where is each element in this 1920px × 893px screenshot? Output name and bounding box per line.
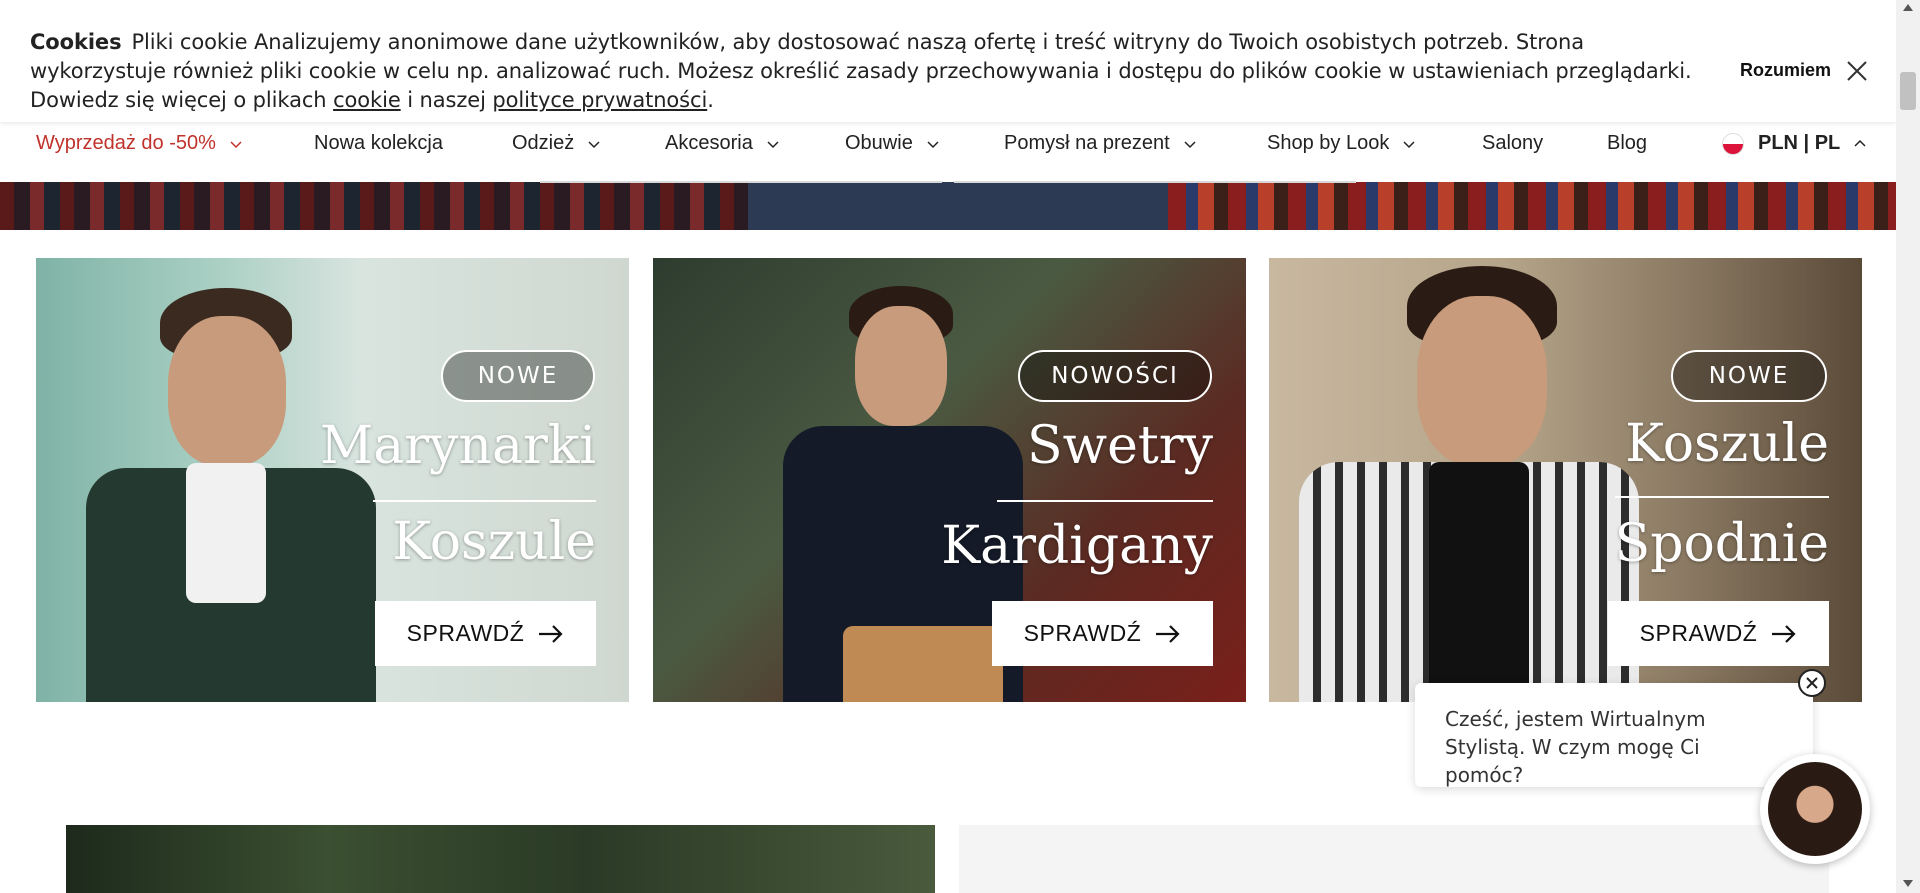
chevron-down-icon — [767, 140, 779, 148]
scroll-down-arrow-icon[interactable] — [1903, 880, 1913, 887]
check-button[interactable]: SPRAWDŹ — [375, 601, 596, 666]
card-headline-line1: Koszule — [1625, 414, 1829, 474]
currency-language-selector[interactable]: PLN | PL — [1722, 132, 1866, 155]
check-button-label: SPRAWDŹ — [406, 620, 525, 646]
chevron-down-icon — [1403, 140, 1415, 148]
scroll-up-arrow-icon[interactable] — [1903, 4, 1913, 11]
headline-divider — [1615, 496, 1829, 498]
headline-divider — [373, 500, 596, 502]
arrow-right-icon — [539, 624, 563, 643]
scrollbar-thumb[interactable] — [1900, 72, 1916, 110]
nav-item-shoes[interactable]: Obuwie — [845, 132, 939, 155]
nav-item-clothing[interactable]: Odzież — [512, 132, 600, 155]
nav-item-new-collection[interactable]: Nowa kolekcja — [314, 132, 443, 155]
chevron-down-icon — [1184, 140, 1196, 148]
nav-item-label: Akcesoria — [665, 132, 753, 154]
nav-item-stores[interactable]: Salony — [1482, 132, 1543, 155]
nav-item-label: Wyprzedaż do -50% — [36, 132, 216, 154]
nav-item-blog[interactable]: Blog — [1607, 132, 1647, 155]
nav-item-shop-by-look[interactable]: Shop by Look — [1267, 132, 1415, 155]
cookie-text: Cookies Pliki cookie Analizujemy anonimow… — [30, 28, 1720, 115]
hero-image-detail — [748, 182, 1168, 230]
chevron-down-icon — [588, 140, 600, 148]
chevron-down-icon — [230, 140, 242, 148]
card-headline-line1: Swetry — [1026, 416, 1213, 476]
nav-item-label: Nowa kolekcja — [314, 132, 443, 154]
main-navigation: Wyprzedaż do -50% Nowa kolekcja Odzież A… — [0, 122, 1896, 183]
new-badge: NOWE — [1671, 350, 1827, 402]
nav-item-label: Odzież — [512, 132, 575, 154]
check-button[interactable]: SPRAWDŹ — [1608, 601, 1829, 666]
cookie-title: Cookies — [30, 30, 122, 54]
poland-flag-icon — [1722, 132, 1744, 155]
card-headline-line2: Koszule — [392, 512, 596, 572]
virtual-stylist-message: Cześć, jestem Wirtualnym Stylistą. W czy… — [1445, 707, 1706, 787]
card-headline-line2: Spodnie — [1614, 514, 1829, 574]
new-arrivals-badge: NOWOŚCI — [1018, 350, 1212, 402]
chevron-down-icon — [927, 140, 939, 148]
nav-item-gift-ideas[interactable]: Pomysł na prezent — [1004, 132, 1196, 155]
arrow-right-icon — [1772, 624, 1796, 643]
nav-item-label: Obuwie — [845, 132, 913, 154]
check-button-label: SPRAWDŹ — [1639, 620, 1758, 646]
privacy-policy-link[interactable]: polityce prywatności — [492, 88, 707, 112]
page-scrollbar[interactable] — [1896, 0, 1920, 893]
card-headline-line2: Kardigany — [941, 516, 1213, 576]
promo-card-shirts-trousers[interactable]: NOWE Koszule Spodnie SPRAWDŹ — [1269, 258, 1862, 702]
nav-item-label: Shop by Look — [1267, 132, 1390, 154]
hero-image-strip — [0, 182, 1896, 230]
close-icon[interactable] — [1846, 60, 1868, 82]
nav-divider — [954, 181, 1356, 183]
nav-active-underline — [540, 181, 942, 183]
close-icon[interactable] — [1798, 669, 1826, 697]
hero-image-detail — [1168, 182, 1896, 230]
chevron-up-icon — [1854, 139, 1866, 147]
cookie-end-text: . — [707, 88, 714, 112]
currency-label: PLN | PL — [1758, 132, 1841, 154]
virtual-stylist-avatar[interactable] — [1760, 754, 1870, 864]
card-headline-line1: Marynarki — [320, 416, 596, 476]
cookie-description: Pliki cookie Analizujemy anonimowe dane … — [30, 30, 1692, 112]
nav-item-label: Blog — [1607, 132, 1648, 154]
cookie-banner: Cookies Pliki cookie Analizujemy anonimow… — [0, 0, 1896, 122]
bottom-promo-image — [66, 825, 935, 893]
headline-divider — [997, 500, 1213, 502]
virtual-stylist-bubble[interactable]: Cześć, jestem Wirtualnym Stylistą. W czy… — [1415, 683, 1813, 787]
new-badge: NOWE — [441, 350, 595, 402]
promo-card-sweaters-cardigans[interactable]: NOWOŚCI Swetry Kardigany SPRAWDŹ — [653, 258, 1246, 702]
nav-item-label: Salony — [1482, 132, 1544, 154]
check-button-label: SPRAWDŹ — [1023, 620, 1142, 646]
nav-item-sale[interactable]: Wyprzedaż do -50% — [36, 132, 242, 155]
cookie-link[interactable]: cookie — [333, 88, 401, 112]
bottom-promo-panel — [959, 825, 1829, 893]
cookie-middle-text: i naszej — [400, 88, 493, 112]
cookie-accept-button[interactable]: Rozumiem — [1740, 60, 1831, 81]
promo-card-jackets-shirts[interactable]: NOWE Marynarki Koszule SPRAWDŹ — [36, 258, 629, 702]
nav-item-label: Pomysł na prezent — [1004, 132, 1170, 154]
stylist-portrait — [1768, 762, 1862, 856]
check-button[interactable]: SPRAWDŹ — [992, 601, 1213, 666]
nav-item-accessories[interactable]: Akcesoria — [665, 132, 779, 155]
arrow-right-icon — [1156, 624, 1180, 643]
